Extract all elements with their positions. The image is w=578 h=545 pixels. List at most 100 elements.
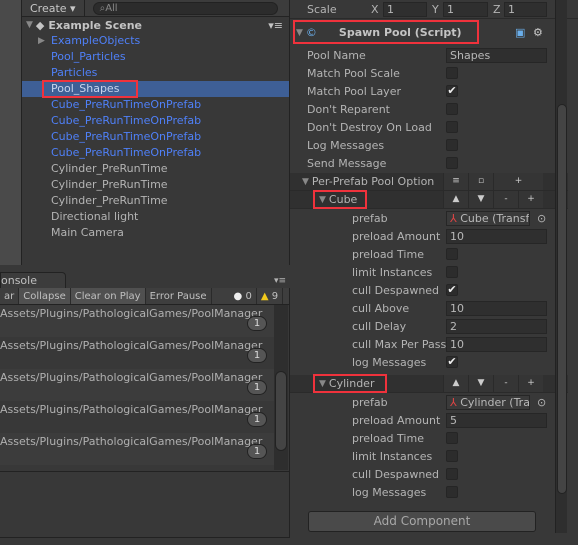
collapse-count-badge: 1 xyxy=(247,380,267,395)
console-scroll-thumb[interactable] xyxy=(275,371,287,451)
clear-on-play-button[interactable]: Clear on Play xyxy=(70,288,146,304)
move-up-button[interactable]: ▲ xyxy=(443,375,468,392)
collapse-count-badge: 1 xyxy=(247,316,267,331)
add-pool-button[interactable]: + xyxy=(493,173,543,190)
move-down-button[interactable]: ▼ xyxy=(468,191,493,208)
add-button[interactable]: + xyxy=(518,375,543,392)
value-field[interactable]: 2 xyxy=(446,318,547,334)
console-log-row[interactable]: Assets/Plugins/PathologicalGames/PoolMan… xyxy=(0,305,275,337)
checkbox[interactable] xyxy=(446,486,458,498)
console-log-list: Assets/Plugins/PathologicalGames/PoolMan… xyxy=(0,305,289,465)
transform-icon: ⅄ xyxy=(450,211,457,225)
gear-icon[interactable]: ⚙ xyxy=(533,26,543,39)
add-button[interactable]: + xyxy=(518,191,543,208)
toggle-row: Don't Destroy On Load xyxy=(290,118,578,136)
inspector-scroll-thumb[interactable] xyxy=(557,104,567,494)
pool-name-field[interactable]: Shapes xyxy=(446,47,547,63)
hierarchy-item[interactable]: Particles xyxy=(22,65,289,81)
hierarchy-list: ▶ ExampleObjects Pool_Particles Particles Po… xyxy=(22,33,289,241)
create-dropdown[interactable]: Create ▾ xyxy=(22,0,85,17)
checkbox[interactable] xyxy=(446,139,458,151)
value-field[interactable]: 10 xyxy=(446,300,547,316)
error-toggle[interactable]: ● 0 xyxy=(230,288,257,304)
scale-x-field[interactable]: 1 xyxy=(383,1,427,17)
value-field[interactable]: 10 xyxy=(446,228,547,244)
scale-y-field[interactable]: 1 xyxy=(443,1,488,17)
help-icon[interactable]: ▣ xyxy=(515,26,525,39)
hierarchy-item[interactable]: Cube_PreRunTimeOnPrefab xyxy=(22,145,289,161)
checkbox[interactable]: ✔ xyxy=(446,356,458,368)
pool-field-row: cull Above 10 xyxy=(290,299,578,317)
hierarchy-item[interactable]: Pool_Particles xyxy=(22,49,289,65)
console-log-row[interactable]: Assets/Plugins/PathologicalGames/PoolMan… xyxy=(0,401,275,433)
checkbox[interactable] xyxy=(446,157,458,169)
inspector-scrollbar[interactable] xyxy=(555,0,567,533)
console-log-row[interactable]: Assets/Plugins/PathologicalGames/PoolMan… xyxy=(0,433,275,465)
checkbox[interactable] xyxy=(446,67,458,79)
checkbox[interactable] xyxy=(446,248,458,260)
prefab-object-field[interactable]: ⅄ Cube (Transform) xyxy=(446,210,530,226)
error-pause-button[interactable]: Error Pause xyxy=(146,288,212,304)
checkbox[interactable]: ✔ xyxy=(446,85,458,97)
scene-view-strip xyxy=(0,0,22,265)
expand-triangle-icon[interactable]: ▼ xyxy=(302,177,309,187)
move-up-button[interactable]: ▲ xyxy=(443,191,468,208)
move-down-button[interactable]: ▼ xyxy=(468,375,493,392)
value-field[interactable]: 10 xyxy=(446,336,547,352)
component-header[interactable]: ▼ © Spawn Pool (Script) ▣ ⚙ xyxy=(290,18,578,46)
checkbox[interactable] xyxy=(446,468,458,480)
clear-button[interactable]: ar xyxy=(0,288,20,304)
scale-z-field[interactable]: 1 xyxy=(504,1,547,17)
object-picker-icon[interactable]: ⊙ xyxy=(537,396,546,409)
per-prefab-header[interactable]: ▼ Per-Prefab Pool Option ≡ ▫ + xyxy=(290,173,568,191)
pool-field-row: log Messages ✔ xyxy=(352,355,458,369)
hierarchy-item[interactable]: Cube_PreRunTimeOnPrefab xyxy=(22,129,289,145)
hierarchy-panel: Create ▾ ⌕All ▼ ◆ Example Scene ▾≡ ▶ Exam… xyxy=(22,0,290,265)
expand-arrow-icon[interactable]: ▶ xyxy=(38,33,45,49)
checkbox[interactable] xyxy=(446,450,458,462)
pool-field-row: preload Amount 10 xyxy=(290,227,578,245)
checkbox[interactable] xyxy=(446,432,458,444)
console-log-row[interactable]: Assets/Plugins/PathologicalGames/PoolMan… xyxy=(0,337,275,369)
menu-icon[interactable]: ▾≡ xyxy=(268,19,283,32)
console-detail-area xyxy=(0,471,289,472)
checkbox[interactable] xyxy=(446,121,458,133)
checkbox[interactable] xyxy=(446,266,458,278)
console-tab[interactable]: onsole xyxy=(0,272,66,289)
expand-triangle-icon[interactable]: ▼ xyxy=(319,195,326,205)
unity-logo-icon: ◆ xyxy=(35,18,45,32)
hierarchy-item[interactable]: Main Camera xyxy=(22,225,289,241)
expand-triangle-icon[interactable]: ▼ xyxy=(26,20,33,30)
hierarchy-item[interactable]: Cube_PreRunTimeOnPrefab xyxy=(22,97,289,113)
expand-triangle-icon[interactable]: ▼ xyxy=(296,28,303,38)
value-field[interactable]: 5 xyxy=(446,412,547,428)
object-picker-icon[interactable]: ⊙ xyxy=(537,212,546,225)
checkbox[interactable]: ✔ xyxy=(446,284,458,296)
hierarchy-item[interactable]: Pool_Shapes xyxy=(22,80,289,98)
expand-triangle-icon[interactable]: ▼ xyxy=(319,379,326,389)
hierarchy-item[interactable]: Directional light xyxy=(22,209,289,225)
remove-button[interactable]: - xyxy=(493,191,518,208)
list-icon[interactable]: ≡ xyxy=(443,173,468,190)
console-menu-icon[interactable]: ▾≡ xyxy=(274,276,286,286)
pool-header-cube[interactable]: ▼ Cube ▲ ▼ - + xyxy=(290,190,568,209)
collapse-button[interactable]: Collapse xyxy=(19,288,71,304)
pool-header-cylinder[interactable]: ▼ Cylinder ▲ ▼ - + xyxy=(290,374,568,393)
clear-icon[interactable]: ▫ xyxy=(468,173,493,190)
error-icon: ● xyxy=(233,291,243,302)
remove-button[interactable]: - xyxy=(493,375,518,392)
hierarchy-item[interactable]: Cylinder_PreRunTime xyxy=(22,161,289,177)
add-component-button[interactable]: Add Component xyxy=(308,511,536,532)
hierarchy-item[interactable]: Cylinder_PreRunTime xyxy=(22,177,289,193)
console-log-row[interactable]: Assets/Plugins/PathologicalGames/PoolMan… xyxy=(0,369,275,401)
hierarchy-item[interactable]: Cube_PreRunTimeOnPrefab xyxy=(22,113,289,129)
scene-header[interactable]: ▼ ◆ Example Scene ▾≡ xyxy=(22,17,289,33)
hierarchy-search-input[interactable]: ⌕All xyxy=(92,1,278,15)
hierarchy-item[interactable]: Cylinder_PreRunTime xyxy=(22,193,289,209)
hierarchy-item[interactable]: ▶ ExampleObjects xyxy=(22,33,289,49)
toggle-row: Log Messages xyxy=(290,136,578,154)
checkbox[interactable] xyxy=(446,103,458,115)
console-scrollbar[interactable] xyxy=(274,305,288,470)
prefab-object-field[interactable]: ⅄ Cylinder (Transform) xyxy=(446,394,530,410)
warning-toggle[interactable]: ▲ 9 xyxy=(257,288,284,304)
